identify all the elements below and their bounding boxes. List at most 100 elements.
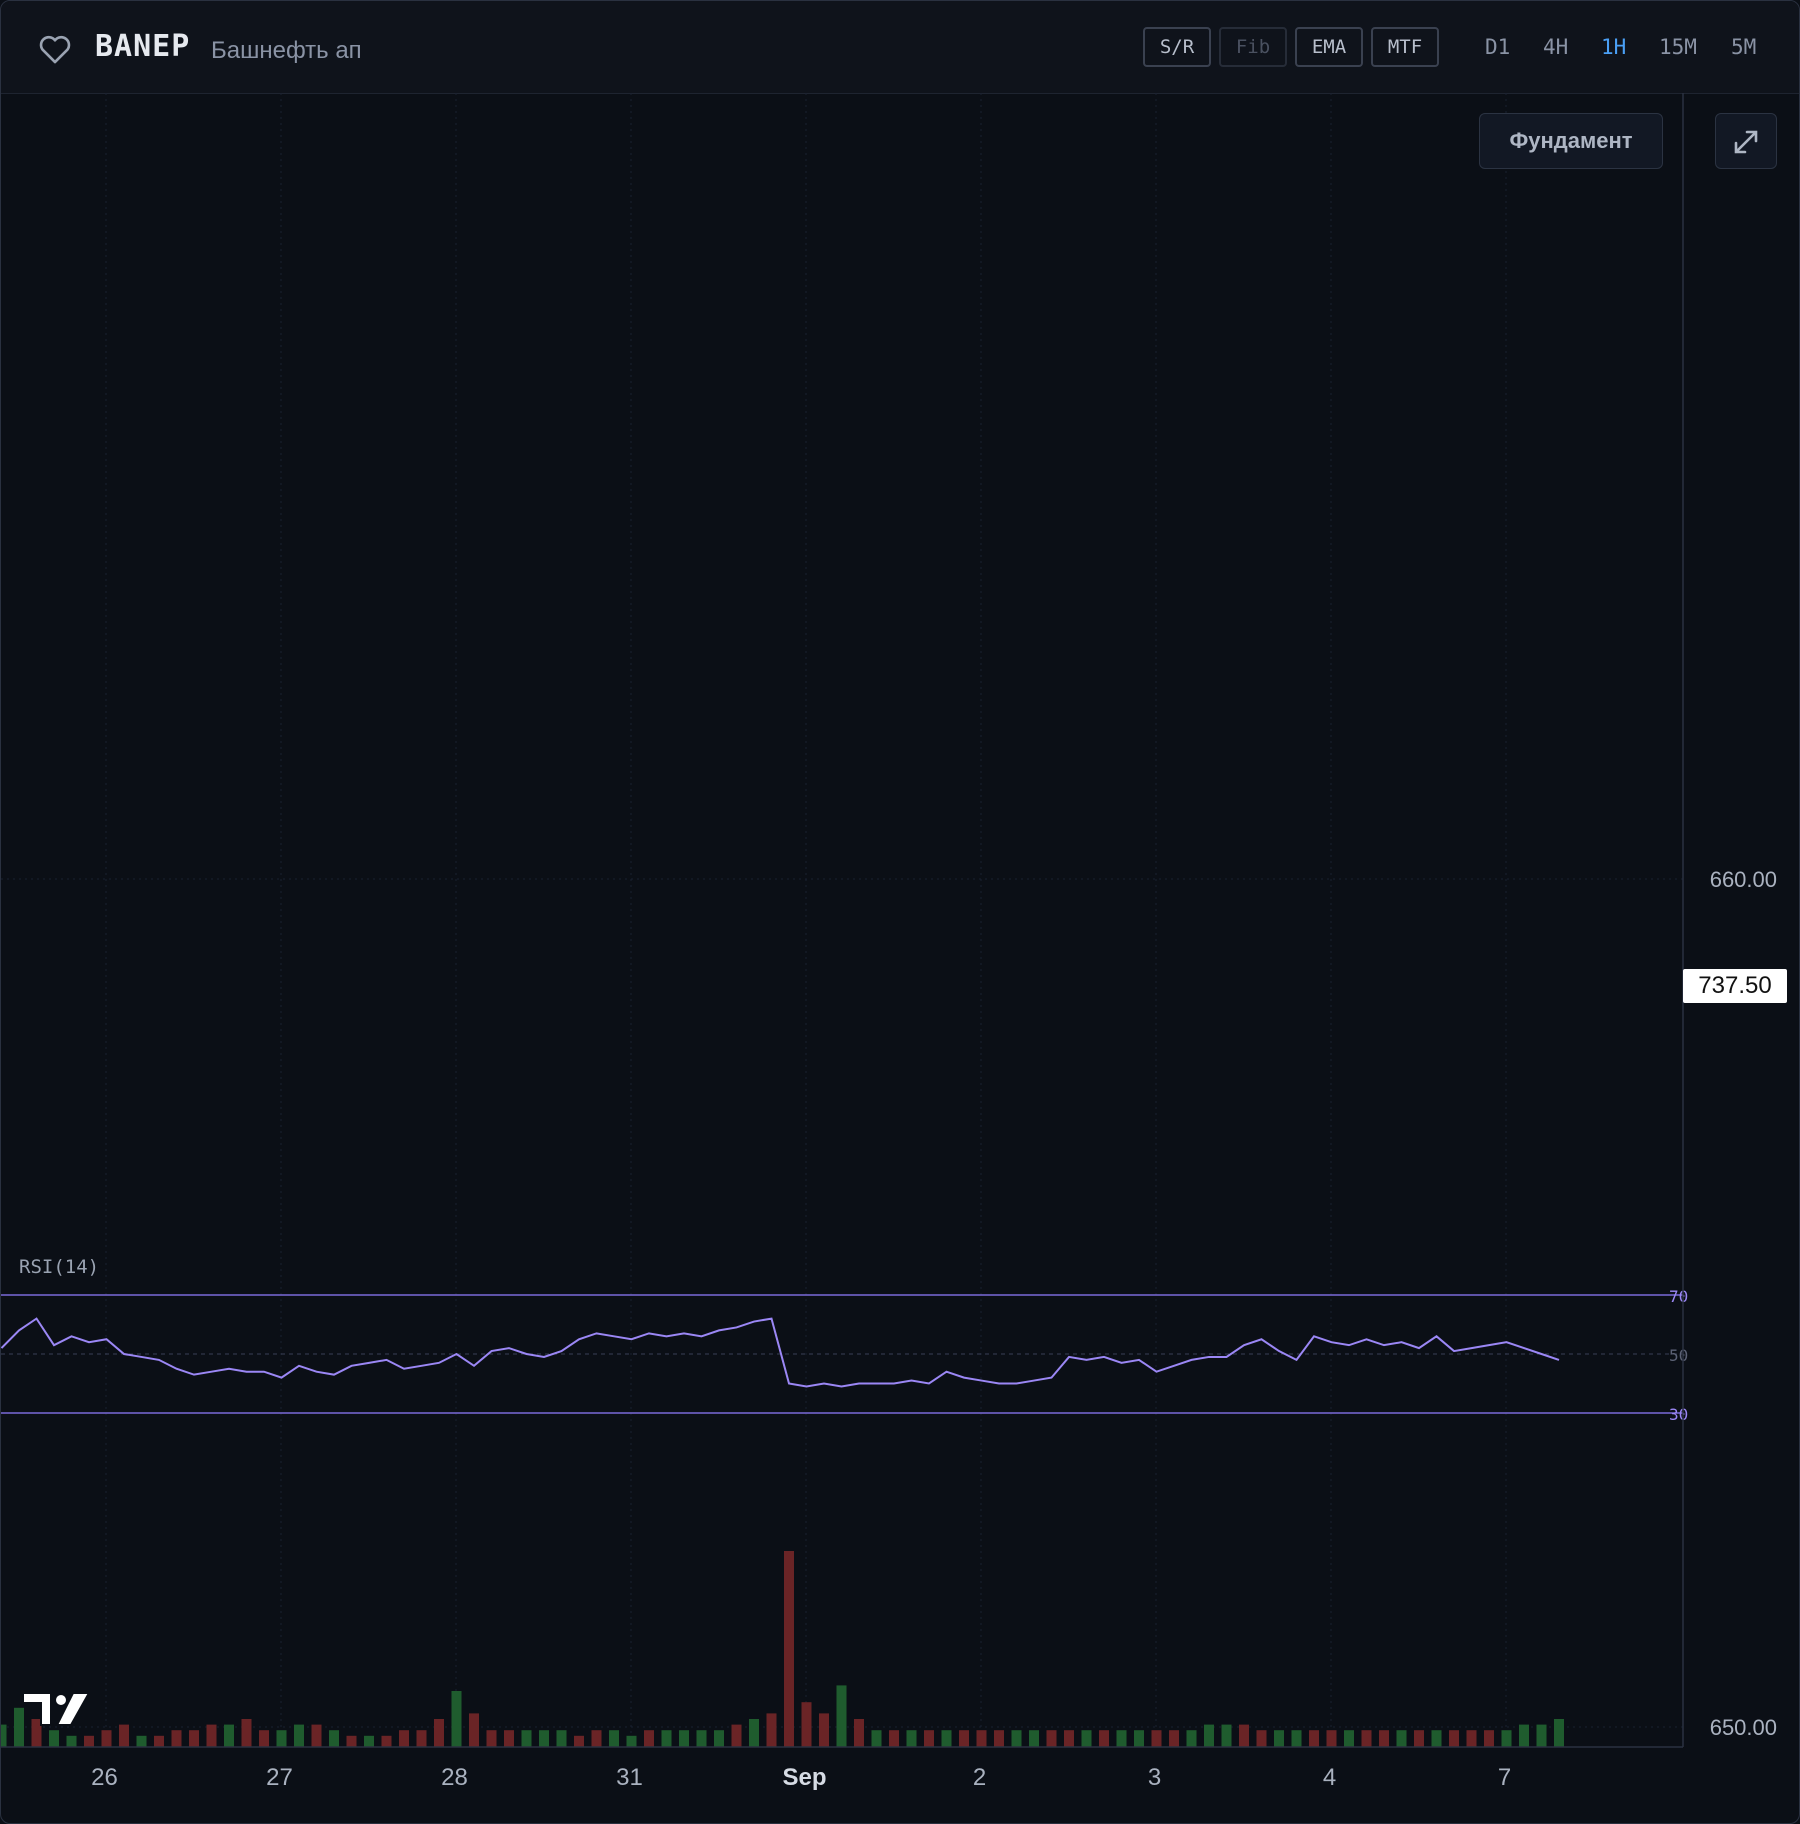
timeframe-4h[interactable]: 4H — [1543, 35, 1568, 59]
volume-bar — [539, 1730, 549, 1747]
volume-bar — [854, 1719, 864, 1747]
volume-bar — [1414, 1730, 1424, 1747]
volume-bar — [224, 1724, 234, 1747]
heart-icon[interactable] — [37, 33, 73, 65]
current-price-label: 737.50 — [1683, 969, 1787, 1003]
volume-bar — [1151, 1730, 1162, 1747]
volume-bar — [189, 1730, 199, 1747]
volume-bars — [1, 1551, 1564, 1747]
volume-bar — [1046, 1730, 1057, 1747]
volume-bar — [1396, 1730, 1407, 1747]
volume-bar — [1169, 1730, 1179, 1747]
toggle-mtf-button[interactable]: MTF — [1371, 27, 1439, 67]
volume-bar — [276, 1730, 287, 1747]
volume-bar — [1344, 1730, 1354, 1747]
volume-bar — [749, 1719, 759, 1747]
volume-bar — [49, 1730, 59, 1747]
rsi-panel: 70 50 30 — [1, 1287, 1688, 1424]
volume-bar — [941, 1730, 952, 1747]
price-tick-label: 660.00 — [1710, 867, 1777, 892]
chart-grid — [1, 93, 1683, 1747]
volume-bar — [976, 1730, 987, 1747]
volume-bar — [311, 1724, 322, 1747]
toggle-fib-button[interactable]: Fib — [1219, 27, 1287, 67]
rsi-line — [1, 1317, 1560, 1388]
volume-bar — [521, 1730, 532, 1747]
volume-bar — [871, 1730, 882, 1747]
price-axis: 650.00 660.00 — [1682, 93, 1777, 1747]
time-tick-label: 4 — [1323, 1764, 1336, 1791]
volume-bar — [819, 1713, 829, 1747]
volume-bar — [1221, 1724, 1232, 1747]
price-tick-label: 650.00 — [1710, 1715, 1777, 1740]
volume-bar — [1554, 1719, 1564, 1747]
volume-bar — [1064, 1730, 1074, 1747]
volume-bar — [679, 1730, 689, 1747]
volume-bar — [1326, 1730, 1337, 1747]
volume-bar — [136, 1735, 147, 1747]
price-chart[interactable]: 705030 wcPWHswR2PDH+S1S2PDL+PWL 650.0066… — [1, 93, 1799, 1823]
time-tick-label: 28 — [441, 1764, 468, 1791]
volume-bar — [1501, 1730, 1512, 1747]
time-tick-label: Sep — [782, 1764, 826, 1791]
volume-bar — [1484, 1730, 1494, 1747]
volume-bar — [836, 1685, 847, 1747]
time-axis: 26 27 28 31 Sep 2 3 4 7 — [1, 1746, 1683, 1791]
time-tick-label: 26 — [91, 1764, 118, 1791]
chart-window: BANEP Башнефть ап S/R Fib EMA MTF D1 4H … — [0, 0, 1800, 1824]
volume-bar — [416, 1730, 427, 1747]
volume-bar — [766, 1713, 777, 1747]
fundamentals-button[interactable]: Фундамент — [1479, 113, 1663, 169]
volume-bar — [1099, 1730, 1109, 1747]
volume-bar — [556, 1730, 567, 1747]
volume-bar — [906, 1730, 917, 1747]
company-name: Башнефть ап — [211, 37, 362, 64]
time-tick-label: 31 — [616, 1764, 643, 1791]
volume-bar — [1011, 1730, 1022, 1747]
volume-bar — [486, 1730, 497, 1747]
expand-button[interactable] — [1715, 113, 1777, 169]
volume-bar — [171, 1730, 182, 1747]
volume-bar — [1204, 1724, 1214, 1747]
volume-bar — [609, 1730, 619, 1747]
volume-bar — [346, 1735, 357, 1747]
volume-bar — [1186, 1730, 1197, 1747]
volume-bar — [119, 1724, 129, 1747]
volume-bar — [1256, 1730, 1267, 1747]
toggle-sr-button[interactable]: S/R — [1143, 27, 1211, 67]
timeframe-15m[interactable]: 15M — [1659, 35, 1697, 59]
volume-bar — [1239, 1724, 1249, 1747]
volume-bar — [451, 1691, 462, 1747]
volume-bar — [1431, 1730, 1442, 1747]
volume-bar — [731, 1724, 742, 1747]
volume-bar — [294, 1724, 304, 1747]
volume-bar — [1361, 1730, 1372, 1747]
volume-bar — [784, 1551, 794, 1747]
volume-bar — [1029, 1730, 1039, 1747]
ticker-symbol: BANEP — [95, 29, 191, 64]
toggle-ema-button[interactable]: EMA — [1295, 27, 1363, 67]
time-tick-label: 2 — [973, 1764, 986, 1791]
volume-bar — [469, 1713, 479, 1747]
volume-bar — [574, 1735, 584, 1747]
timeframe-5m[interactable]: 5M — [1731, 35, 1756, 59]
volume-bar — [1379, 1730, 1389, 1747]
timeframe-d1[interactable]: D1 — [1485, 35, 1510, 59]
expand-icon — [1734, 130, 1758, 154]
volume-bar — [626, 1735, 637, 1747]
volume-bar — [1466, 1730, 1477, 1747]
volume-bar — [66, 1735, 77, 1747]
volume-bar — [1519, 1724, 1529, 1747]
volume-bar — [101, 1730, 112, 1747]
volume-bar — [154, 1735, 164, 1747]
time-tick-label: 7 — [1498, 1764, 1511, 1791]
tradingview-logo — [22, 1692, 91, 1726]
volume-bar — [399, 1730, 409, 1747]
volume-bar — [364, 1735, 374, 1747]
volume-bar — [696, 1730, 707, 1747]
timeframe-1h[interactable]: 1H — [1601, 35, 1626, 59]
volume-bar — [591, 1730, 602, 1747]
volume-bar — [1134, 1730, 1144, 1747]
volume-bar — [206, 1724, 217, 1747]
volume-bar — [1116, 1730, 1127, 1747]
